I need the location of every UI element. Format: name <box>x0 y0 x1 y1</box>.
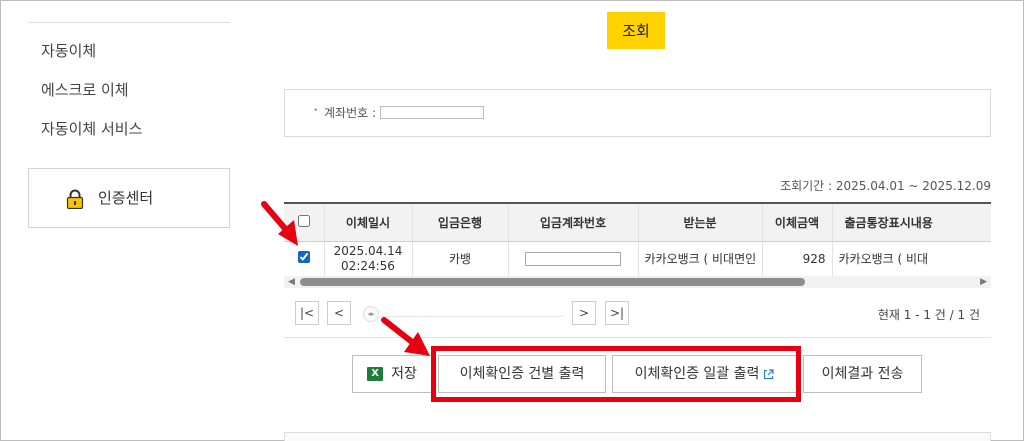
bottom-panel <box>284 432 991 441</box>
transfer-date: 2025.04.14 <box>333 244 403 258</box>
col-header: 이체금액 <box>762 202 833 242</box>
table-header-row: 이체일시 입금은행 입금계좌번호 받는분 이체금액 출금통장표시내용 <box>284 202 991 242</box>
save-button-label: 저장 <box>391 366 417 382</box>
sidebar-item-escrow-transfer[interactable]: 에스크로 이체 <box>41 79 129 100</box>
account-input[interactable] <box>380 106 484 119</box>
col-header: 입금은행 <box>412 202 509 242</box>
transfer-time: 02:24:56 <box>341 259 395 273</box>
transfer-datetime-cell: 2025.04.14 02:24:56 <box>324 241 413 278</box>
col-header: 이체일시 <box>324 202 413 242</box>
account-label: 계좌번호 : <box>324 106 377 120</box>
first-page-button[interactable]: |< <box>295 301 319 325</box>
amount-cell: 928 <box>762 241 833 278</box>
excel-icon: X <box>367 367 384 381</box>
highlight-box <box>431 346 801 402</box>
arrow-pointer-icon <box>261 201 298 246</box>
query-period: 조회기간 : 2025.04.01 ~ 2025.12.09 <box>780 179 991 193</box>
scroll-left-icon[interactable]: ◀ <box>288 276 295 288</box>
lock-icon <box>66 189 84 209</box>
prev-page-button[interactable]: < <box>327 301 351 325</box>
page-slider-knob[interactable]: ◂▸ <box>363 306 379 322</box>
cert-center-button[interactable]: 인증센터 <box>28 168 230 228</box>
row-checkbox[interactable] <box>297 251 310 263</box>
sidebar-item-auto-transfer[interactable]: 자동이체 <box>41 40 96 61</box>
bullet: • <box>313 106 319 116</box>
search-panel: • 계좌번호 : <box>284 89 991 137</box>
col-header: 입금계좌번호 <box>508 202 639 242</box>
horizontal-scrollbar[interactable]: ◀ ▶ <box>284 276 991 288</box>
send-result-button[interactable]: 이체결과 전송 <box>803 355 922 393</box>
scrollbar-thumb[interactable] <box>300 278 805 286</box>
sidebar-item-auto-transfer-service[interactable]: 자동이체 서비스 <box>41 118 142 139</box>
recipient-cell: 카카오뱅크 ( 비대면인 <box>638 241 763 278</box>
page-info: 현재 1 - 1 건 / 1 건 <box>877 308 980 322</box>
memo-cell: 카카오뱅크 ( 비대 <box>832 241 991 278</box>
bank-cell: 카뱅 <box>412 241 509 278</box>
col-header: 받는분 <box>638 202 763 242</box>
arrow-pointer-icon <box>381 317 430 356</box>
table-row[interactable]: 2025.04.14 02:24:56 카뱅 카카오뱅크 ( 비대면인 928 … <box>284 241 991 278</box>
scroll-right-icon[interactable]: ▶ <box>980 276 987 288</box>
sidebar-divider <box>28 22 230 23</box>
account-cell <box>508 241 639 278</box>
last-page-button[interactable]: >| <box>605 301 629 325</box>
query-button[interactable]: 조회 <box>607 12 665 49</box>
cert-center-label: 인증센터 <box>98 189 154 207</box>
col-header: 출금통장표시내용 <box>832 202 991 242</box>
account-number-field <box>525 252 621 266</box>
next-page-button[interactable]: > <box>572 301 596 325</box>
